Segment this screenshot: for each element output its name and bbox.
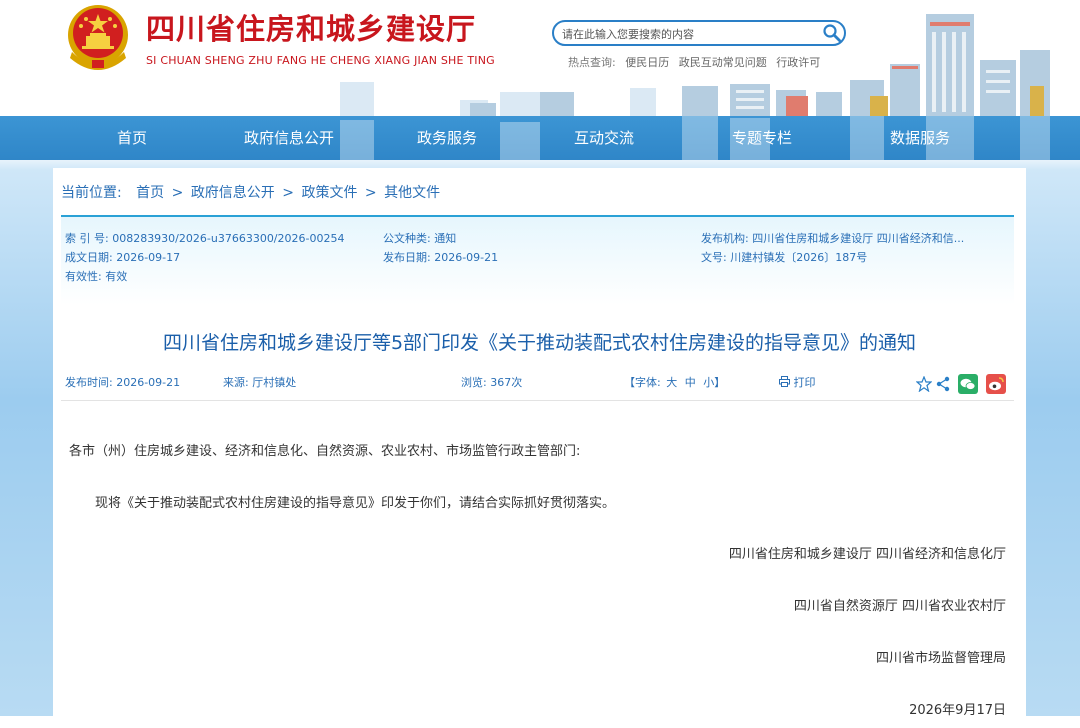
font-size-small[interactable]: 小】 bbox=[703, 376, 725, 389]
font-size-medium[interactable]: 中 bbox=[685, 376, 696, 389]
breadcrumb-separator: > bbox=[171, 185, 184, 201]
site-header: 四川省住房和城乡建设厅 SI CHUAN SHENG ZHU FANG HE C… bbox=[0, 0, 1080, 116]
national-emblem-icon bbox=[68, 5, 128, 70]
main-navigation: 首页 政府信息公开 政务服务 互动交流 专题专栏 数据服务 bbox=[0, 116, 1080, 160]
nav-item-topics[interactable]: 专题专栏 bbox=[692, 116, 832, 160]
meta-index-no: 索 引 号: 008283930/2026-u37663300/2026-002… bbox=[65, 232, 345, 245]
meta-created-date: 成文日期: 2026-09-17 bbox=[65, 251, 181, 264]
breadcrumb: 当前位置: 首页 > 政府信息公开 > 政策文件 > 其他文件 bbox=[61, 182, 440, 202]
article-info-bar: 发布时间: 2026-09-21 来源: 厅村镇处 浏览: 367次 【字体: … bbox=[61, 368, 1014, 401]
content-panel: 当前位置: 首页 > 政府信息公开 > 政策文件 > 其他文件 索 引 号: 0… bbox=[53, 168, 1026, 728]
weibo-icon[interactable] bbox=[986, 374, 1006, 394]
signature-date: 2026年9月17日 bbox=[909, 703, 1006, 718]
meta-publisher: 发布机构: 四川省住房和城乡建设厅 四川省经济和信... bbox=[701, 232, 965, 245]
font-size-label: 【字体: bbox=[624, 376, 661, 389]
breadcrumb-other-docs[interactable]: 其他文件 bbox=[384, 185, 440, 201]
wechat-icon[interactable] bbox=[958, 374, 978, 394]
publish-time: 发布时间: 2026-09-21 bbox=[65, 376, 181, 389]
nav-item-gov-services[interactable]: 政务服务 bbox=[377, 116, 517, 160]
breadcrumb-label: 当前位置: bbox=[61, 185, 122, 201]
article-source: 来源: 厅村镇处 bbox=[223, 376, 297, 389]
printer-icon bbox=[779, 376, 790, 387]
share-toolbar bbox=[916, 373, 1016, 395]
nav-item-data-services[interactable]: 数据服务 bbox=[850, 116, 990, 160]
meta-validity: 有效性: 有效 bbox=[65, 270, 128, 283]
print-button[interactable]: 打印 bbox=[779, 374, 816, 390]
star-favorite-icon[interactable] bbox=[916, 376, 932, 392]
meta-doc-type: 公文种类: 通知 bbox=[383, 232, 457, 245]
breadcrumb-separator: > bbox=[364, 185, 377, 201]
city-skyline-decoration bbox=[340, 14, 1050, 116]
nav-item-home[interactable]: 首页 bbox=[62, 116, 202, 160]
breadcrumb-separator: > bbox=[282, 185, 294, 201]
share-icon[interactable] bbox=[936, 376, 950, 392]
print-label: 打印 bbox=[793, 376, 816, 389]
body-paragraph: 现将《关于推动装配式农村住房建设的指导意见》印发于你们，请结合实际抓好贯彻落实。 bbox=[95, 496, 616, 511]
breadcrumb-policy-docs[interactable]: 政策文件 bbox=[301, 185, 357, 201]
meta-doc-no: 文号: 川建村镇发〔2026〕187号 bbox=[701, 251, 868, 264]
nav-item-gov-info[interactable]: 政府信息公开 bbox=[219, 116, 359, 160]
signature-line: 四川省市场监督管理局 bbox=[875, 651, 1006, 666]
breadcrumb-gov-info[interactable]: 政府信息公开 bbox=[191, 185, 275, 201]
meta-publish-date: 发布日期: 2026-09-21 bbox=[383, 251, 499, 264]
breadcrumb-home[interactable]: 首页 bbox=[136, 185, 164, 201]
signature-line: 四川省自然资源厅 四川省农业农村厅 bbox=[793, 599, 1006, 614]
signature-line: 四川省住房和城乡建设厅 四川省经济和信息化厅 bbox=[728, 547, 1006, 562]
salutation-paragraph: 各市（州）住房城乡建设、经济和信息化、自然资源、农业农村、市场监管行政主管部门: bbox=[69, 444, 581, 459]
nav-item-interaction[interactable]: 互动交流 bbox=[534, 116, 674, 160]
font-size-controls: 【字体: 大 中 小】 bbox=[624, 374, 727, 390]
document-metadata-box: 索 引 号: 008283930/2026-u37663300/2026-002… bbox=[61, 215, 1014, 305]
view-count: 浏览: 367次 bbox=[461, 376, 523, 389]
font-size-large[interactable]: 大 bbox=[666, 376, 677, 389]
document-title: 四川省住房和城乡建设厅等5部门印发《关于推动装配式农村住房建设的指导意见》的通知 bbox=[162, 332, 917, 354]
